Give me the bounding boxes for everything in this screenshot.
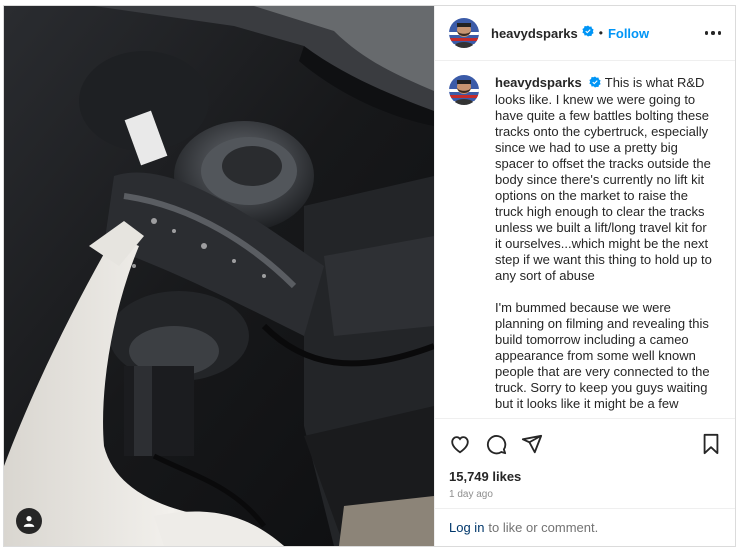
- avatar[interactable]: [449, 18, 479, 48]
- post-timestamp[interactable]: 1 day ago: [435, 486, 735, 508]
- login-prompt-text: to like or comment.: [488, 520, 599, 535]
- comment-icon[interactable]: [485, 433, 507, 455]
- login-link[interactable]: Log in: [449, 520, 484, 535]
- post-photo[interactable]: [4, 6, 434, 546]
- bookmark-icon[interactable]: [701, 433, 721, 455]
- like-count[interactable]: 15,749 likes: [435, 468, 735, 486]
- instagram-post: heavydsparks • Follow heavydsparks This …: [3, 5, 736, 547]
- caption-username[interactable]: heavydsparks: [495, 75, 582, 90]
- suspension-photo: [4, 6, 434, 546]
- separator-dot: •: [598, 26, 603, 40]
- caption-area: heavydsparks This is what R&D looks like…: [435, 61, 735, 418]
- verified-badge-icon: [589, 76, 601, 92]
- share-icon[interactable]: [521, 433, 543, 455]
- follow-button[interactable]: Follow: [608, 26, 649, 41]
- verified-badge-icon: [582, 24, 594, 42]
- caption-paragraph-1: This is what R&D looks like. I knew we w…: [495, 75, 712, 283]
- heart-icon[interactable]: [449, 433, 471, 455]
- action-bar: [435, 418, 735, 468]
- caption-avatar[interactable]: [449, 75, 479, 105]
- post-author-username[interactable]: heavydsparks: [491, 26, 578, 41]
- more-options-icon[interactable]: [704, 31, 721, 35]
- user-tag-icon[interactable]: [16, 508, 42, 534]
- post-side-panel: heavydsparks • Follow heavydsparks This …: [434, 6, 735, 546]
- caption-paragraph-2: I'm bummed because we were planning on f…: [495, 299, 710, 411]
- post-header: heavydsparks • Follow: [435, 6, 735, 61]
- login-prompt: Log in to like or comment.: [435, 508, 735, 546]
- caption-text: heavydsparks This is what R&D looks like…: [495, 75, 715, 418]
